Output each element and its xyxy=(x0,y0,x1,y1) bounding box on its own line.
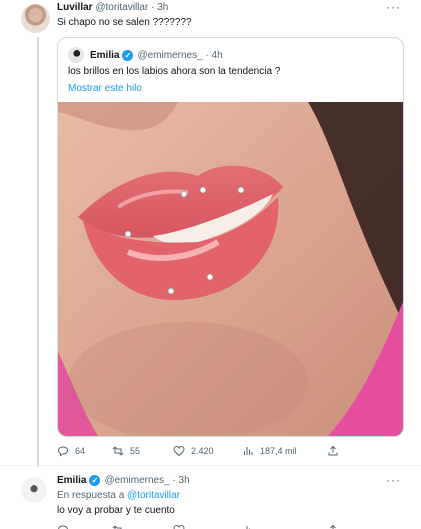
thread-line xyxy=(37,37,39,467)
reply-text: lo voy a probar y te cuento xyxy=(57,505,175,516)
views-icon xyxy=(244,447,253,455)
retweet-button[interactable] xyxy=(112,524,124,529)
tweet-actions: 64 55 2.420 187,4 mil xyxy=(57,445,347,459)
reply-context: En respuesta a @toritavillar xyxy=(57,490,180,501)
like-count: 2.420 xyxy=(191,446,214,456)
quoted-header: Emilia ✓ @emimernes_ · 4h xyxy=(68,47,223,63)
retweet-icon xyxy=(112,446,124,456)
verified-icon: ✓ xyxy=(89,475,101,486)
views-icon xyxy=(246,526,250,529)
reply-icon xyxy=(58,525,68,529)
reply-count: 64 xyxy=(75,446,86,456)
like-button[interactable]: 2.420 xyxy=(173,445,214,457)
divider xyxy=(0,465,421,466)
share-button[interactable] xyxy=(327,524,339,529)
reply-header: Emilia ✓ @emimernes_ · 3h xyxy=(57,475,190,486)
share-icon xyxy=(330,524,336,529)
share-button[interactable] xyxy=(327,445,339,457)
more-options-icon[interactable]: ··· xyxy=(386,473,401,487)
more-options-icon[interactable]: ··· xyxy=(386,0,401,14)
retweet-count: 55 xyxy=(130,446,141,456)
reply-button[interactable] xyxy=(57,524,69,529)
heart-icon xyxy=(173,445,185,457)
quoted-tweet[interactable]: Emilia ✓ @emimernes_ · 4h los brillos en… xyxy=(57,37,404,437)
avatar[interactable] xyxy=(21,4,50,33)
reply-button[interactable]: 64 xyxy=(57,445,85,457)
reply-author-handle[interactable]: @emimernes_ xyxy=(104,475,169,486)
avatar[interactable] xyxy=(21,477,47,503)
views-count: 187,4 mil xyxy=(260,446,297,456)
verified-icon: ✓ xyxy=(122,49,134,61)
retweet-icon xyxy=(112,525,122,529)
quoted-author-handle: @emimernes_ xyxy=(137,49,203,61)
reply-prefix: En respuesta a xyxy=(57,490,125,501)
retweet-button[interactable]: 55 xyxy=(112,445,140,457)
reply-icon xyxy=(57,446,69,457)
tweet-text: Si chapo no se salen ??????? xyxy=(57,17,192,28)
reply-mention-link[interactable]: @toritavillar xyxy=(127,490,180,501)
views-button[interactable] xyxy=(242,524,254,529)
views-button[interactable]: 187,4 mil xyxy=(242,445,297,457)
author-name[interactable]: Luvillar xyxy=(57,2,93,13)
heart-icon xyxy=(173,524,185,529)
show-thread-link[interactable]: Mostrar este hilo xyxy=(68,83,142,94)
author-handle[interactable]: @toritavillar xyxy=(95,2,148,13)
lips-photo[interactable] xyxy=(58,102,403,436)
tweet-header: Luvillar @toritavillar · 3h xyxy=(57,2,169,13)
reply-time[interactable]: 3h xyxy=(179,475,190,486)
reply-author-name[interactable]: Emilia xyxy=(57,475,86,486)
avatar xyxy=(68,47,84,63)
tweet-time[interactable]: 3h xyxy=(157,2,168,13)
share-icon xyxy=(328,445,338,456)
like-button[interactable] xyxy=(173,524,185,529)
reply-actions xyxy=(57,524,347,529)
quoted-text: los brillos en los labios ahora son la t… xyxy=(68,66,281,77)
quoted-time: 4h xyxy=(211,49,223,61)
quoted-author-name: Emilia xyxy=(90,49,120,61)
